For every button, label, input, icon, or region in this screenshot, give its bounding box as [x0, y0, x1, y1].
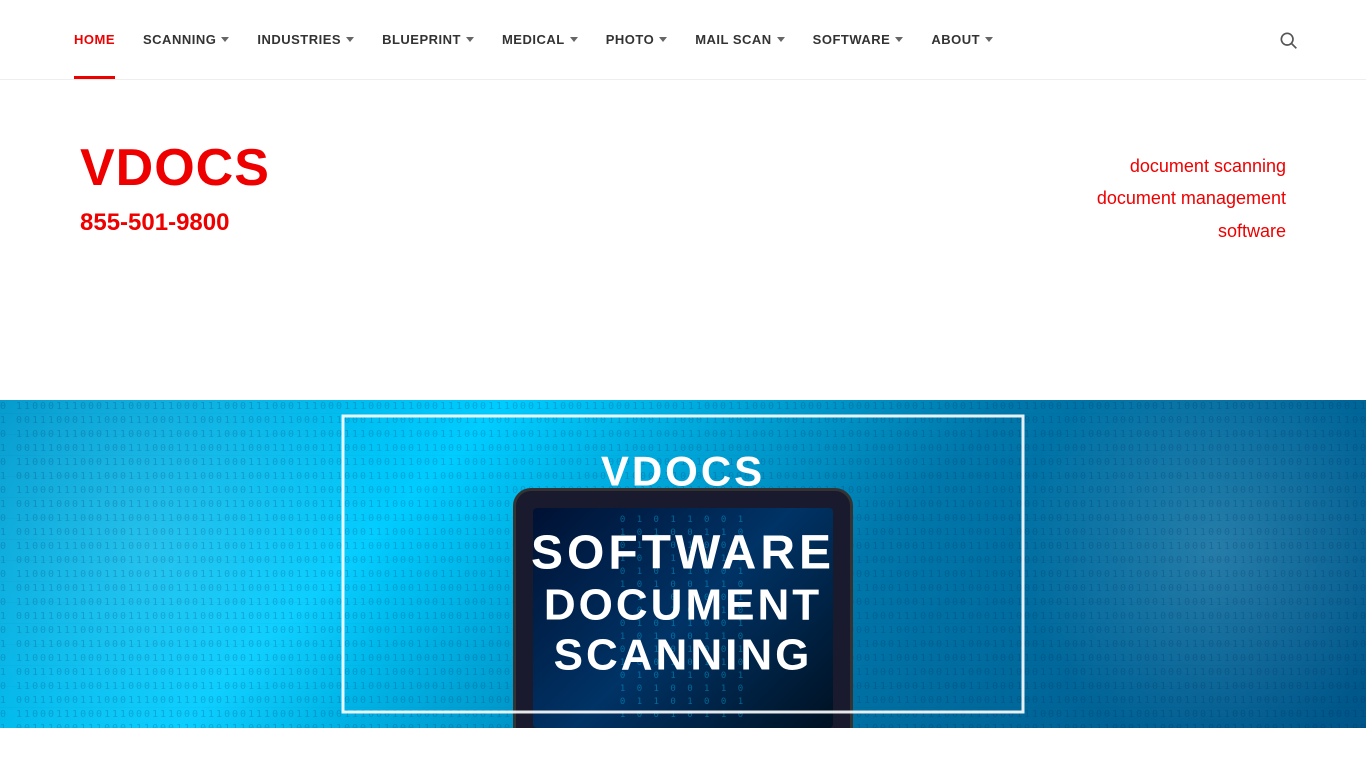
- chevron-down-icon: [466, 37, 474, 42]
- chevron-down-icon: [985, 37, 993, 42]
- banner-section: 0 1 0 1 0 1 0 1 0 1 0 1 0 1 0 1 0 1 0 1 …: [0, 400, 1366, 728]
- hero-link-doc-scanning[interactable]: document scanning: [1130, 150, 1286, 182]
- brand-phone[interactable]: 855-501-9800: [80, 209, 270, 237]
- hero-left: VDOCS 855-501-9800: [80, 140, 270, 237]
- banner-box: VDOCS SOFTWARE DOCUMENT SCANNING: [342, 415, 1025, 714]
- chevron-down-icon: [221, 37, 229, 42]
- brand-title: VDOCS: [80, 140, 270, 197]
- chevron-down-icon: [895, 37, 903, 42]
- search-button[interactable]: [1270, 22, 1306, 58]
- nav-scanning[interactable]: SCANNING: [129, 0, 243, 79]
- chevron-down-icon: [777, 37, 785, 42]
- nav-bar: HOME SCANNING INDUSTRIES BLUEPRINT MEDIC…: [0, 0, 1366, 80]
- nav-mailscan[interactable]: MAIL SCAN: [681, 0, 798, 79]
- nav-industries[interactable]: INDUSTRIES: [243, 0, 368, 79]
- nav-photo[interactable]: PHOTO: [592, 0, 682, 79]
- hero-section: VDOCS 855-501-9800 document scanning doc…: [0, 80, 1366, 400]
- nav-home[interactable]: HOME: [60, 0, 129, 79]
- banner-software: SOFTWARE: [425, 526, 942, 581]
- banner-brand: VDOCS: [425, 448, 942, 496]
- nav-about[interactable]: ABOUT: [917, 0, 1007, 79]
- nav-blueprint[interactable]: BLUEPRINT: [368, 0, 488, 79]
- chevron-down-icon: [659, 37, 667, 42]
- banner-doc-scanning: DOCUMENT SCANNING: [425, 581, 942, 681]
- search-icon: [1278, 30, 1298, 50]
- hero-link-software[interactable]: software: [1218, 215, 1286, 247]
- nav-software[interactable]: SOFTWARE: [799, 0, 918, 79]
- hero-right: document scanning document management so…: [1097, 140, 1286, 247]
- hero-link-doc-management[interactable]: document management: [1097, 182, 1286, 214]
- chevron-down-icon: [570, 37, 578, 42]
- nav-medical[interactable]: MEDICAL: [488, 0, 592, 79]
- chevron-down-icon: [346, 37, 354, 42]
